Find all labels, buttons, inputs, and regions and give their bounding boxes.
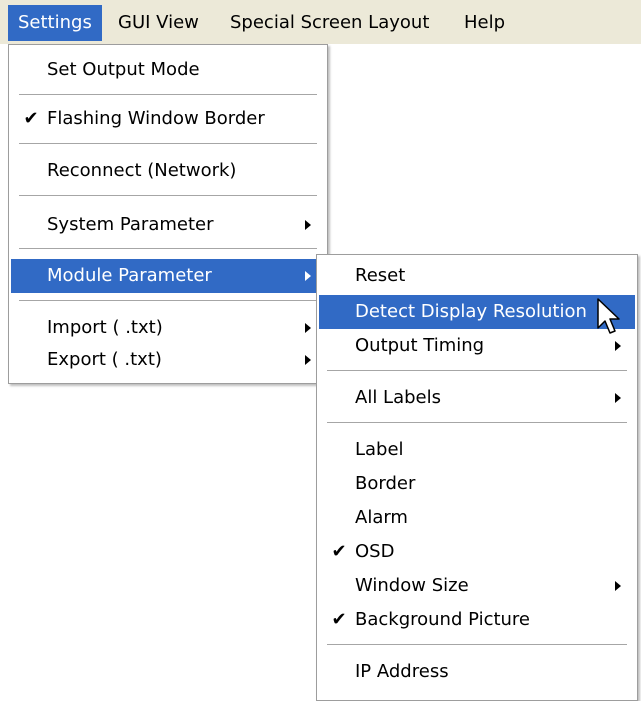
menu-item-reconnect-network[interactable]: Reconnect (Network) xyxy=(11,154,325,188)
menu-item-label: Flashing Window Border xyxy=(47,108,265,129)
submenu-arrow-icon xyxy=(615,393,621,403)
menu-item-label: OSD xyxy=(355,541,395,562)
menu-item-label-toggle[interactable]: Label xyxy=(319,433,635,467)
menu-item-osd[interactable]: ✔ OSD xyxy=(319,535,635,569)
check-icon: ✔ xyxy=(331,609,347,630)
submenu-arrow-icon xyxy=(305,323,311,333)
menu-item-detect-display-resolution[interactable]: Detect Display Resolution xyxy=(319,295,635,329)
menu-item-window-size[interactable]: Window Size xyxy=(319,569,635,603)
menu-separator xyxy=(327,422,627,424)
menu-item-label: Module Parameter xyxy=(47,265,212,286)
check-icon: ✔ xyxy=(331,541,347,562)
menu-bar: Settings GUI View Special Screen Layout … xyxy=(0,0,641,44)
mouse-pointer-icon xyxy=(597,298,620,334)
menu-item-label: Output Timing xyxy=(355,335,485,356)
submenu-arrow-icon xyxy=(305,220,311,230)
menu-item-label: Window Size xyxy=(355,575,469,596)
menu-separator xyxy=(19,300,317,302)
menu-item-flashing-window-border[interactable]: ✔ Flashing Window Border xyxy=(11,102,325,136)
menu-gui-view[interactable]: GUI View xyxy=(108,5,209,41)
submenu-arrow-icon xyxy=(305,355,311,365)
menu-separator xyxy=(327,370,627,372)
menu-item-label: Export ( .txt) xyxy=(47,349,162,370)
menu-item-label: Reset xyxy=(355,265,406,286)
menu-separator xyxy=(19,248,317,250)
submenu-arrow-icon xyxy=(305,271,311,281)
submenu-arrow-icon xyxy=(615,341,621,351)
menu-separator xyxy=(19,143,317,145)
menu-item-label: Label xyxy=(355,439,404,460)
menu-item-set-output-mode[interactable]: Set Output Mode xyxy=(11,53,325,87)
menu-item-label: Border xyxy=(355,473,416,494)
menu-item-export-txt[interactable]: Export ( .txt) xyxy=(11,343,325,377)
menu-item-import-txt[interactable]: Import ( .txt) xyxy=(11,311,325,345)
menu-item-system-parameter[interactable]: System Parameter xyxy=(11,208,325,242)
menu-separator xyxy=(19,195,317,197)
menu-separator xyxy=(327,644,627,646)
menu-item-alarm[interactable]: Alarm xyxy=(319,501,635,535)
submenu-arrow-icon xyxy=(615,581,621,591)
menu-item-label: Background Picture xyxy=(355,609,531,630)
menu-item-label: Import ( .txt) xyxy=(47,317,163,338)
menu-item-label: IP Address xyxy=(355,661,449,682)
menu-item-label: Set Output Mode xyxy=(47,59,200,80)
menu-item-background-picture[interactable]: ✔ Background Picture xyxy=(319,603,635,637)
module-parameter-submenu: Reset Detect Display Resolution Output T… xyxy=(316,254,638,701)
menu-item-all-labels[interactable]: All Labels xyxy=(319,381,635,415)
menu-special-screen-layout[interactable]: Special Screen Layout xyxy=(220,5,439,41)
menu-item-label: Detect Display Resolution xyxy=(355,301,587,322)
menu-item-label: Reconnect (Network) xyxy=(47,160,237,181)
menu-separator xyxy=(19,94,317,96)
menu-item-label: System Parameter xyxy=(47,214,214,235)
menu-item-ip-address[interactable]: IP Address xyxy=(319,655,635,689)
menu-item-label: Alarm xyxy=(355,507,408,528)
menu-item-label: All Labels xyxy=(355,387,441,408)
menu-item-module-parameter[interactable]: Module Parameter xyxy=(11,259,325,293)
menu-item-output-timing[interactable]: Output Timing xyxy=(319,329,635,363)
menu-item-reset[interactable]: Reset xyxy=(319,259,635,293)
menu-item-border[interactable]: Border xyxy=(319,467,635,501)
settings-dropdown: Set Output Mode ✔ Flashing Window Border… xyxy=(8,44,328,384)
menu-help[interactable]: Help xyxy=(454,5,515,41)
check-icon: ✔ xyxy=(23,108,39,129)
menu-settings[interactable]: Settings xyxy=(8,5,102,41)
